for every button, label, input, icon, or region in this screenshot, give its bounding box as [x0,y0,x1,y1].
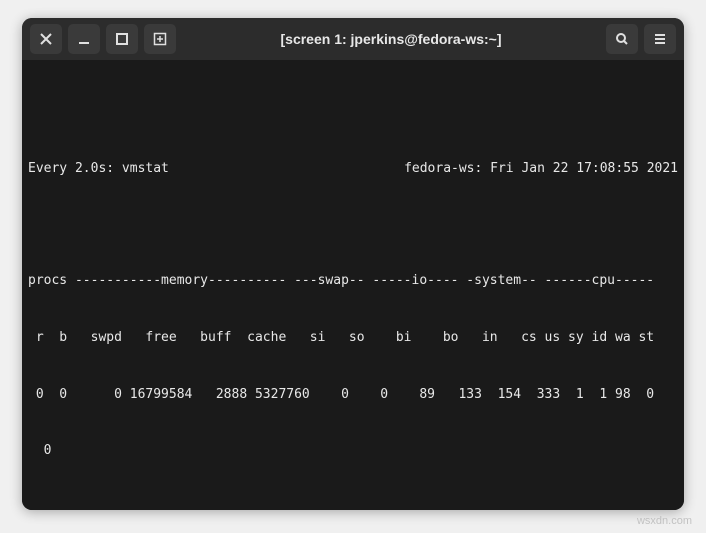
watch-timestamp: fedora-ws: Fri Jan 22 17:08:55 2021 [404,160,678,179]
minimize-button[interactable] [68,24,100,54]
new-tab-button[interactable] [144,24,176,54]
window-title: [screen 1: jperkins@fedora-ws:~] [182,31,600,47]
vmstat-header-groups: procs -----------memory---------- ---swa… [28,272,678,291]
maximize-button[interactable] [106,24,138,54]
hamburger-icon [653,32,667,46]
terminal-body[interactable]: Every 2.0s: vmstat fedora-ws: Fri Jan 22… [22,60,684,510]
search-button[interactable] [606,24,638,54]
close-icon [39,32,53,46]
close-button[interactable] [30,24,62,54]
pane-0-content: Every 2.0s: vmstat fedora-ws: Fri Jan 22… [22,117,684,510]
watermark: wsxdn.com [637,515,692,527]
minimize-icon [77,32,91,46]
vmstat-row-wrap: 0 [28,442,678,461]
terminal-window: [screen 1: jperkins@fedora-ws:~] Every 2… [22,18,684,510]
vmstat-output: procs -----------memory---------- ---swa… [28,235,678,499]
titlebar: [screen 1: jperkins@fedora-ws:~] [22,18,684,60]
search-icon [615,32,629,46]
menu-button[interactable] [644,24,676,54]
watch-interval: Every 2.0s: vmstat [28,160,169,179]
maximize-icon [115,32,129,46]
vmstat-header-cols: r b swpd free buff cache si so bi bo in … [28,329,678,348]
new-tab-icon [153,32,167,46]
watch-header: Every 2.0s: vmstat fedora-ws: Fri Jan 22… [28,160,678,179]
vmstat-row: 0 0 0 16799584 2888 5327760 0 0 89 133 1… [28,386,678,405]
